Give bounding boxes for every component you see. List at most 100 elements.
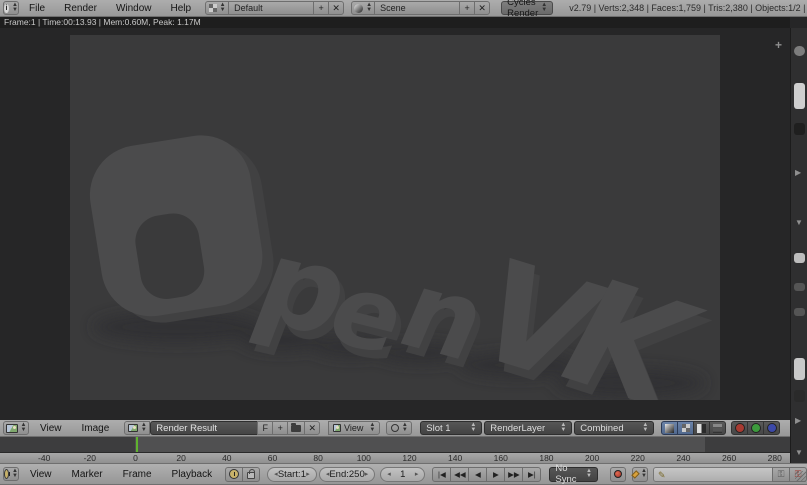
scene-browse-dropdown[interactable]: ▲▼ bbox=[351, 1, 375, 15]
ruler-tick: 100 bbox=[357, 453, 371, 463]
panel-widget-fragment[interactable] bbox=[794, 283, 805, 291]
jump-to-start-button[interactable]: |◀ bbox=[432, 467, 451, 482]
render-pass-dropdown[interactable]: Combined ▲▼ bbox=[574, 421, 654, 435]
layers-icon bbox=[713, 424, 722, 433]
panel-widget-fragment[interactable] bbox=[794, 123, 805, 135]
play-icon[interactable]: ▶ bbox=[795, 416, 801, 425]
blue-channel-button[interactable] bbox=[763, 421, 780, 435]
play-reverse-button[interactable]: ◀ bbox=[468, 467, 487, 482]
z-buffer-toggle[interactable] bbox=[709, 421, 726, 435]
corner-resize-grip[interactable] bbox=[795, 471, 806, 482]
image-name-field[interactable]: Render Result bbox=[150, 421, 258, 435]
menu-help[interactable]: Help bbox=[162, 3, 201, 14]
green-channel-button[interactable] bbox=[747, 421, 764, 435]
end-frame-field[interactable]: ◂ End: 250 ▸ bbox=[319, 467, 375, 482]
editor-type-dropdown[interactable]: i ▲▼ bbox=[3, 1, 19, 15]
timeline-header: ▲▼ View Marker Frame Playback ◂ Start: 1… bbox=[0, 463, 807, 485]
active-keying-set-field[interactable] bbox=[653, 467, 773, 482]
next-keyframe-button[interactable]: ▶▶ bbox=[504, 467, 523, 482]
pencil-icon bbox=[658, 470, 667, 479]
new-image-button[interactable]: + bbox=[272, 421, 288, 435]
play-icon[interactable]: ▶ bbox=[795, 168, 801, 177]
editor-mode-dropdown[interactable]: View ▲▼ bbox=[328, 421, 380, 435]
render-engine-dropdown[interactable]: Cycles Render ▲▼ bbox=[501, 1, 553, 15]
current-frame-field[interactable]: ◂ 1 ▸ bbox=[380, 467, 425, 482]
menu-window[interactable]: Window bbox=[107, 3, 161, 14]
lock-time-toggle[interactable] bbox=[242, 467, 260, 482]
ruler-tick: 0 bbox=[133, 453, 138, 463]
pivot-dropdown[interactable]: ▲▼ bbox=[386, 421, 412, 435]
panel-widget-fragment[interactable] bbox=[794, 46, 805, 56]
open-image-button[interactable] bbox=[287, 421, 305, 435]
image-editor-viewport: p e n V K p e n V K + bbox=[0, 28, 790, 420]
panel-widget-fragment[interactable] bbox=[794, 253, 805, 263]
menu-file[interactable]: File bbox=[20, 3, 54, 14]
chevron-updown-icon: ▲▼ bbox=[369, 423, 375, 433]
menu-render[interactable]: Render bbox=[55, 3, 106, 14]
ruler-tick: 40 bbox=[222, 453, 231, 463]
previous-keyframe-button[interactable]: ◀◀ bbox=[450, 467, 469, 482]
chevron-updown-icon: ▲▼ bbox=[642, 423, 648, 433]
menu-frame[interactable]: Frame bbox=[114, 469, 161, 480]
keying-dropdown[interactable]: ▲▼ bbox=[632, 467, 648, 482]
start-frame-field[interactable]: ◂ Start: 1 ▸ bbox=[267, 467, 317, 482]
scene-name-field[interactable]: Scene bbox=[374, 1, 460, 15]
auto-keyframe-record-button[interactable] bbox=[610, 467, 626, 482]
color-management-toggle[interactable] bbox=[661, 421, 678, 435]
menu-playback[interactable]: Playback bbox=[163, 469, 222, 480]
key-icon: ⚿ bbox=[778, 469, 785, 480]
ruler-tick: 80 bbox=[313, 453, 322, 463]
insert-keyframe-button[interactable]: ⚿ bbox=[772, 467, 790, 482]
chevron-down-icon[interactable]: ▼ bbox=[795, 218, 803, 227]
render-3d-text: p e n V K p e n V K bbox=[70, 35, 720, 400]
av-sync-dropdown[interactable]: No Sync ▲▼ bbox=[549, 467, 598, 482]
panel-widget-fragment[interactable] bbox=[794, 308, 805, 316]
alpha-checker-toggle[interactable] bbox=[677, 421, 694, 435]
scene-icon bbox=[354, 4, 363, 13]
layout-add-button[interactable]: + bbox=[313, 1, 329, 15]
increment-arrow-icon[interactable]: ▸ bbox=[365, 470, 369, 478]
scene-close-button[interactable]: ✕ bbox=[474, 1, 490, 15]
screen-layout-browse-dropdown[interactable]: ▲▼ bbox=[205, 1, 229, 15]
unlink-image-button[interactable]: ✕ bbox=[304, 421, 320, 435]
ruler-tick: 240 bbox=[676, 453, 690, 463]
screen-layout-name-field[interactable]: Default bbox=[228, 1, 314, 15]
editor-type-dropdown[interactable]: ▲▼ bbox=[3, 421, 29, 435]
render-layer-dropdown[interactable]: RenderLayer ▲▼ bbox=[484, 421, 572, 435]
chevron-down-icon[interactable]: ▼ bbox=[795, 448, 803, 457]
keyframe-diamond-icon bbox=[631, 470, 640, 479]
chevron-updown-icon: ▲▼ bbox=[12, 469, 18, 479]
play-button[interactable]: ▶ bbox=[486, 467, 505, 482]
slot-value: Slot 1 bbox=[426, 423, 450, 434]
panel-widget-fragment[interactable] bbox=[794, 83, 805, 109]
timeline-playhead[interactable] bbox=[136, 437, 138, 452]
slot-dropdown[interactable]: Slot 1 ▲▼ bbox=[420, 421, 482, 435]
render-result-image: p e n V K p e n V K bbox=[70, 35, 720, 400]
timeline-ruler[interactable]: -40-200204060801001201401601802002202402… bbox=[0, 452, 790, 463]
scene-add-button[interactable]: + bbox=[459, 1, 475, 15]
panel-widget-fragment[interactable] bbox=[794, 358, 805, 380]
editor-type-dropdown[interactable]: ▲▼ bbox=[3, 467, 19, 481]
chevron-updown-icon: ▲▼ bbox=[641, 469, 647, 479]
render-pass-value: Combined bbox=[580, 423, 623, 434]
decrement-arrow-icon[interactable]: ◂ bbox=[387, 470, 391, 478]
jump-to-end-button[interactable]: ▶| bbox=[522, 467, 541, 482]
fake-user-button[interactable]: F bbox=[257, 421, 273, 435]
end-value: 250 bbox=[349, 469, 365, 480]
red-channel-button[interactable] bbox=[731, 421, 748, 435]
panel-widget-fragment[interactable] bbox=[794, 390, 805, 402]
increment-arrow-icon[interactable]: ▸ bbox=[415, 470, 419, 478]
increment-arrow-icon[interactable]: ▸ bbox=[306, 470, 310, 478]
region-expand-plus-icon[interactable]: + bbox=[775, 38, 782, 52]
ruler-tick: 120 bbox=[402, 453, 416, 463]
timeline-track-area[interactable] bbox=[0, 437, 790, 452]
alpha-only-toggle[interactable] bbox=[693, 421, 710, 435]
ruler-tick: -40 bbox=[38, 453, 50, 463]
menu-image[interactable]: Image bbox=[73, 423, 119, 434]
menu-view[interactable]: View bbox=[31, 423, 71, 434]
menu-marker[interactable]: Marker bbox=[63, 469, 112, 480]
preview-range-toggle[interactable] bbox=[225, 467, 243, 482]
image-browse-dropdown[interactable]: ▲▼ bbox=[124, 421, 150, 435]
layout-close-button[interactable]: ✕ bbox=[328, 1, 344, 15]
menu-view[interactable]: View bbox=[21, 469, 61, 480]
